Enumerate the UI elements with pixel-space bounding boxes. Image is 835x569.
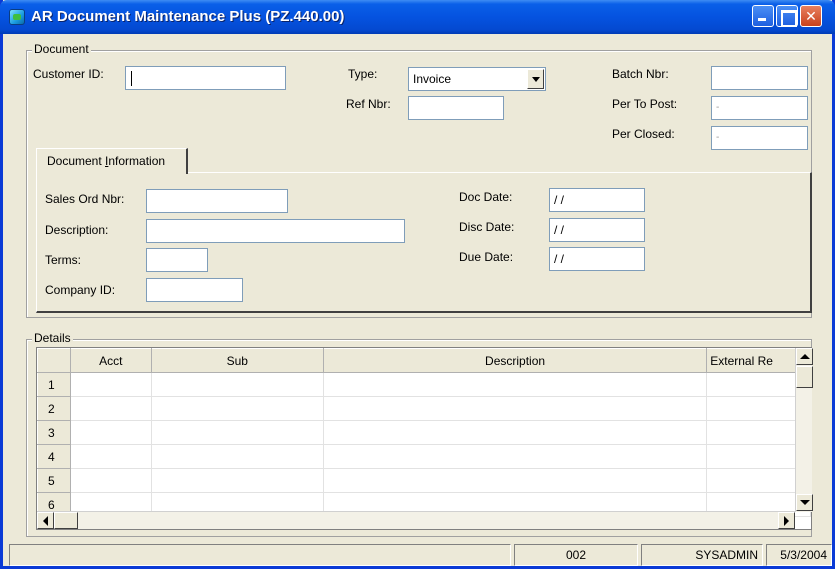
app-icon[interactable] (9, 9, 25, 25)
app-window: AR Document Maintenance Plus (PZ.440.00)… (0, 0, 835, 569)
grid-cell[interactable] (150, 396, 324, 421)
horizontal-scroll-thumb[interactable] (54, 512, 78, 529)
table-row[interactable]: 5 (37, 468, 811, 493)
horizontal-scrollbar[interactable] (37, 511, 795, 529)
close-button[interactable]: ✕ (800, 5, 822, 27)
customer-id-input[interactable] (125, 66, 286, 90)
text-caret (131, 71, 132, 86)
column-header-acct[interactable]: Acct (69, 348, 152, 373)
row-number: 4 (37, 444, 71, 469)
row-number: 1 (37, 372, 71, 397)
scroll-down-icon[interactable] (796, 494, 813, 511)
customer-id-label: Customer ID: (33, 67, 104, 81)
title-bar[interactable]: AR Document Maintenance Plus (PZ.440.00)… (0, 0, 835, 34)
grid-cell[interactable] (69, 396, 152, 421)
grid-cell[interactable] (150, 444, 324, 469)
per-to-post-input[interactable]: - (711, 96, 808, 120)
status-company: 002 (514, 544, 638, 566)
company-id-input[interactable] (146, 278, 243, 302)
details-grid[interactable]: Acct Sub Description External Re 1 2 3 4… (36, 347, 812, 530)
description-input[interactable] (146, 219, 405, 243)
grid-cell[interactable] (322, 468, 708, 493)
maximize-button[interactable] (776, 5, 798, 27)
grid-cell[interactable] (69, 444, 152, 469)
ref-nbr-input[interactable] (408, 96, 504, 120)
grid-cell[interactable] (322, 420, 708, 445)
disc-date-label: Disc Date: (459, 220, 515, 234)
grid-cell[interactable] (322, 444, 708, 469)
grid-cell[interactable] (150, 420, 324, 445)
row-number: 5 (37, 468, 71, 493)
due-date-label: Due Date: (459, 250, 514, 264)
vertical-scrollbar[interactable] (795, 348, 813, 512)
terms-input[interactable] (146, 248, 208, 272)
grid-corner (37, 348, 71, 373)
status-message (9, 544, 511, 566)
grid-cell[interactable] (69, 372, 152, 397)
batch-nbr-input[interactable] (711, 66, 808, 90)
status-bar: 002 SYSADMIN 5/3/2004 (9, 544, 832, 566)
column-header-description[interactable]: Description (322, 348, 708, 373)
grid-cell[interactable] (322, 372, 708, 397)
sales-ord-nbr-input[interactable] (146, 189, 288, 213)
grid-cell[interactable] (150, 372, 324, 397)
per-to-post-label: Per To Post: (612, 97, 678, 111)
grid-cell[interactable] (322, 396, 708, 421)
terms-label: Terms: (45, 253, 81, 267)
status-date: 5/3/2004 (766, 544, 832, 566)
disc-date-input[interactable]: / / (549, 218, 645, 242)
table-row[interactable]: 4 (37, 444, 811, 469)
column-header-sub[interactable]: Sub (150, 348, 324, 373)
grid-cell[interactable] (69, 420, 152, 445)
doc-date-input[interactable]: / / (549, 188, 645, 212)
due-date-input[interactable]: / / (549, 247, 645, 271)
row-number: 2 (37, 396, 71, 421)
sales-ord-nbr-label: Sales Ord Nbr: (45, 192, 125, 206)
grid-cell[interactable] (69, 468, 152, 493)
chevron-down-icon[interactable] (527, 69, 544, 89)
description-label: Description: (45, 223, 109, 237)
table-row[interactable]: 3 (37, 420, 811, 445)
table-row[interactable]: 1 (37, 372, 811, 397)
doc-date-label: Doc Date: (459, 190, 513, 204)
scroll-left-icon[interactable] (37, 512, 54, 529)
per-closed-input: - (711, 126, 808, 150)
status-user: SYSADMIN (641, 544, 763, 566)
row-number: 3 (37, 420, 71, 445)
company-id-label: Company ID: (45, 283, 116, 297)
ref-nbr-label: Ref Nbr: (346, 97, 391, 111)
minimize-button[interactable] (752, 5, 774, 27)
close-icon: ✕ (805, 8, 817, 24)
batch-nbr-label: Batch Nbr: (612, 67, 669, 81)
per-closed-label: Per Closed: (612, 127, 675, 141)
vertical-scroll-thumb[interactable] (796, 366, 813, 388)
type-select[interactable]: Invoice (408, 67, 546, 91)
type-select-value: Invoice (413, 72, 452, 86)
tab-document-information[interactable]: Document Information (36, 148, 188, 174)
scroll-right-icon[interactable] (778, 512, 795, 529)
grid-cell[interactable] (150, 468, 324, 493)
window-title: AR Document Maintenance Plus (PZ.440.00) (31, 8, 345, 25)
table-row[interactable]: 2 (37, 396, 811, 421)
type-label: Type: (348, 67, 378, 81)
details-group-legend: Details (32, 331, 73, 345)
document-group-legend: Document (32, 42, 91, 56)
scroll-up-icon[interactable] (796, 348, 813, 365)
